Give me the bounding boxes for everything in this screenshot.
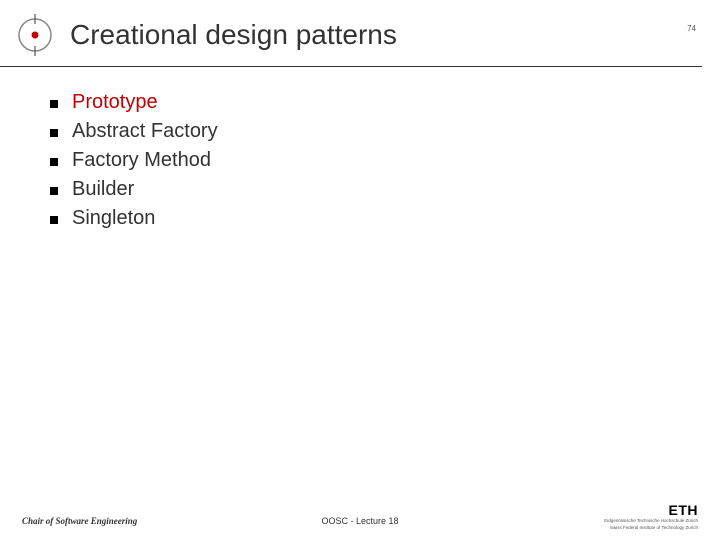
bullet-list: Prototype Abstract Factory Factory Method B… [0,67,720,230]
list-item-text: Builder [72,178,134,201]
slide-title: Creational design patterns [70,19,397,51]
bullet-icon [50,216,58,224]
bullet-icon [50,187,58,195]
page-number: 74 [687,24,696,33]
footer-lecture: OOSC - Lecture 18 [321,516,398,526]
slide-header: Creational design patterns [0,0,702,67]
list-item: Abstract Factory [50,120,720,143]
bullet-icon [50,129,58,137]
eth-logo: ETH [604,503,698,517]
list-item: Prototype [50,91,720,114]
bullet-icon [50,100,58,108]
list-item: Builder [50,178,720,201]
list-item-text: Abstract Factory [72,120,218,143]
list-item-text: Singleton [72,207,155,230]
footer-institution: ETH Eidgenössische Technische Hochschule… [604,503,698,530]
footer-chair: Chair of Software Engineering [22,516,137,526]
list-item: Singleton [50,207,720,230]
eth-subtitle-2: Swiss Federal Institute of Technology Zu… [604,525,698,530]
list-item: Factory Method [50,149,720,172]
list-item-text: Factory Method [72,149,211,172]
logo-icon [14,14,56,56]
bullet-icon [50,158,58,166]
eth-subtitle-1: Eidgenössische Technische Hochschule Zür… [604,518,698,523]
list-item-text: Prototype [72,91,158,114]
